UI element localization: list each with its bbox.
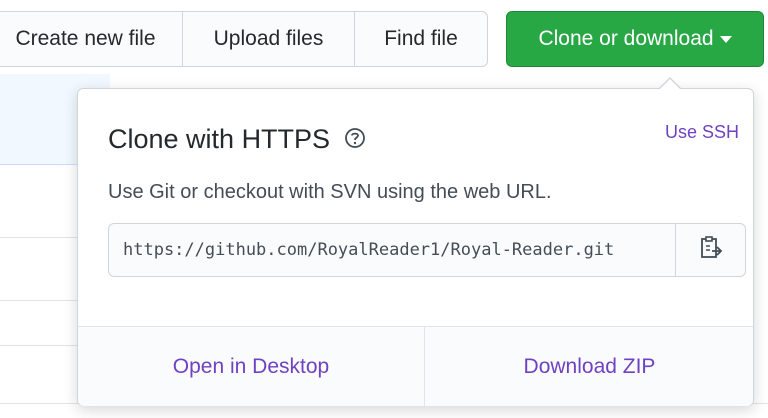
popover-footer: Open in Desktop Download ZIP: [78, 326, 753, 406]
clone-url-input[interactable]: https://github.com/RoyalReader1/Royal-Re…: [108, 223, 676, 277]
copy-url-button[interactable]: [675, 223, 746, 277]
popover-title-text: Clone with HTTPS: [108, 124, 331, 154]
popover-description: Use Git or checkout with SVN using the w…: [108, 181, 552, 203]
caret-down-icon: [719, 35, 732, 43]
download-zip-button[interactable]: Download ZIP: [424, 327, 754, 406]
popover-title: Clone with HTTPS: [108, 124, 366, 156]
clone-url-group: https://github.com/RoyalReader1/Royal-Re…: [108, 223, 746, 277]
clone-or-download-button[interactable]: Clone or download: [506, 11, 764, 67]
question-circle-icon[interactable]: [344, 125, 366, 156]
open-in-desktop-button[interactable]: Open in Desktop: [78, 327, 424, 406]
upload-files-button[interactable]: Upload files: [182, 11, 355, 67]
clone-or-download-label: Clone or download: [538, 27, 714, 50]
popover-arrow-fill: [659, 79, 681, 90]
use-ssh-link[interactable]: Use SSH: [665, 122, 739, 143]
create-new-file-button[interactable]: Create new file: [0, 11, 183, 67]
clone-popover: Clone with HTTPS Use SSH Use Git or chec…: [77, 77, 754, 406]
clipboard-icon: [699, 235, 723, 266]
find-file-button[interactable]: Find file: [354, 11, 488, 67]
